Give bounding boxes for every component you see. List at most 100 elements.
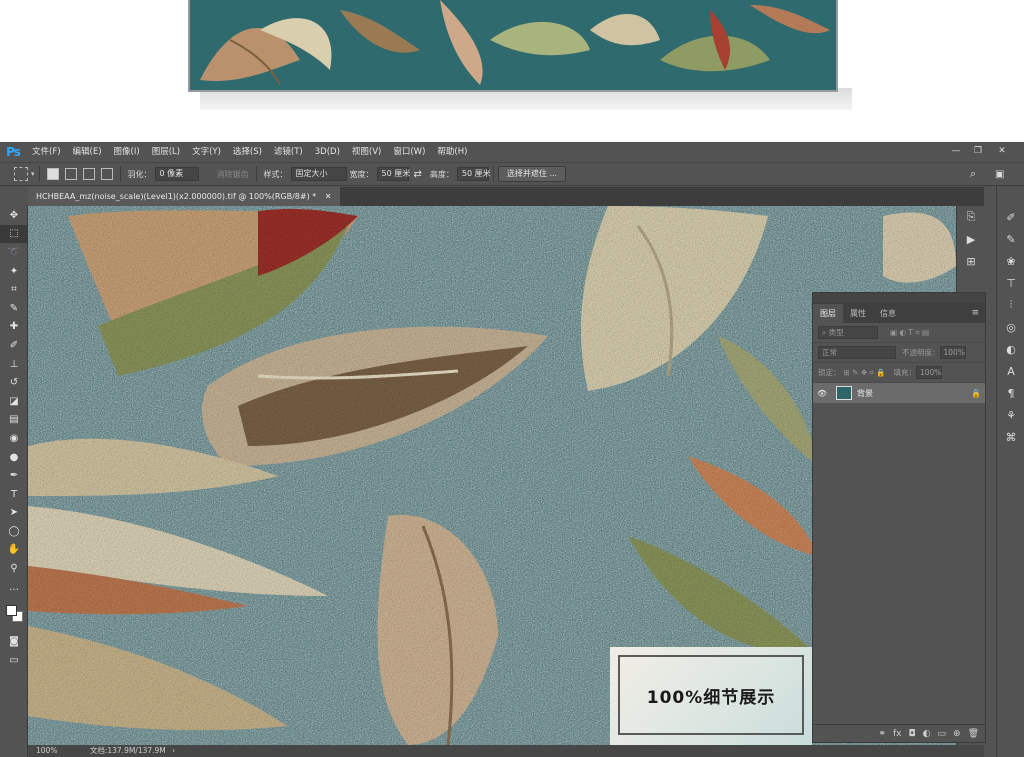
antialias-checkbox[interactable]: 消除锯齿 — [217, 169, 249, 180]
app-logo: Ps — [6, 145, 21, 159]
document-info[interactable]: 文档:137.9M/137.9M — [90, 746, 166, 755]
tab-close-icon[interactable]: ✕ — [325, 192, 332, 201]
menu-view[interactable]: 视图(V) — [346, 142, 387, 162]
visibility-eye-icon[interactable]: 👁 — [817, 389, 831, 398]
edit-toolbar-icon[interactable]: … — [0, 578, 28, 597]
detail-badge-frame: 100%细节展示 — [618, 655, 804, 735]
eyedropper-tool-icon[interactable]: ✎ — [0, 299, 28, 318]
width-input[interactable]: 50 厘米 — [376, 167, 410, 181]
channels-icon[interactable]: ◎ — [997, 316, 1024, 338]
tools-panel: ✥ ⬚ ➰ ✦ ⌗ ✎ ✚ ✐ ⊥ ↺ ◪ ▤ ◉ ● ✒ T ➤ ◯ ✋ ⚲ … — [0, 206, 28, 757]
document-tab-bar: HCHBEAA_mz(noise_scale)(Level1)(x2.00000… — [28, 187, 984, 206]
crop-tool-icon[interactable]: ⌗ — [0, 280, 28, 299]
grid-icon[interactable]: ⊞ — [957, 250, 985, 272]
menu-filter[interactable]: 滤镜(T) — [268, 142, 309, 162]
new-layer-icon[interactable]: ⊕ — [953, 729, 961, 739]
marquee-tool-icon[interactable] — [14, 167, 28, 181]
minimize-icon[interactable]: — — [946, 142, 966, 160]
blur-tool-icon[interactable]: ◉ — [0, 429, 28, 448]
feather-input[interactable]: 0 像素 — [154, 167, 199, 181]
layer-style-icon[interactable]: fx — [893, 729, 902, 739]
select-and-mask-button[interactable]: 选择并遮住 ... — [497, 166, 567, 182]
preview-image — [188, 0, 838, 92]
styles-icon[interactable]: ◐ — [997, 338, 1024, 360]
link-layers-icon[interactable]: ⚭ — [878, 729, 886, 739]
menu-image[interactable]: 图像(I) — [108, 142, 146, 162]
menu-layer[interactable]: 图层(L) — [146, 142, 186, 162]
filter-type-icons[interactable]: ▣ ◐ T ⌗ ▤ — [890, 328, 929, 338]
height-input[interactable]: 50 厘米 — [456, 167, 491, 181]
tool-preset-chevron-icon[interactable]: ▾ — [31, 170, 35, 178]
delete-layer-icon[interactable]: 🗑 — [968, 729, 979, 739]
menu-type[interactable]: 文字(Y) — [186, 142, 227, 162]
paragraph-icon[interactable]: ¶ — [997, 382, 1024, 404]
color-swatches-icon[interactable] — [0, 596, 28, 632]
status-chevron-icon[interactable]: › — [172, 746, 175, 755]
character-icon[interactable]: A — [997, 360, 1024, 382]
add-mask-icon[interactable]: ◘ — [909, 729, 916, 739]
menu-file[interactable]: 文件(F) — [26, 142, 67, 162]
workspace-icon[interactable]: ▣ — [995, 169, 1004, 180]
tab-layers[interactable]: 图层 — [813, 304, 843, 323]
layer-filter-search[interactable]: ⌕ 类型 — [818, 326, 878, 339]
cc-libraries-icon[interactable]: ⚘ — [997, 404, 1024, 426]
restore-icon[interactable]: ❐ — [968, 142, 988, 160]
magic-wand-tool-icon[interactable]: ✦ — [0, 262, 28, 281]
adjustments-icon[interactable]: ⊤ — [997, 272, 1024, 294]
paths-icon[interactable]: ⌘ — [997, 426, 1024, 448]
preview-carpet-art — [190, 0, 836, 90]
brush-preset-icon[interactable]: ✐ — [997, 206, 1024, 228]
menu-help[interactable]: 帮助(H) — [431, 142, 473, 162]
blend-mode-select[interactable]: 正常 — [818, 346, 896, 359]
type-tool-icon[interactable]: T — [0, 485, 28, 504]
tab-properties[interactable]: 属性 — [843, 304, 873, 323]
adjustment-layer-icon[interactable]: ◐ — [923, 729, 931, 739]
search-icon[interactable]: ⌕ — [970, 167, 976, 181]
layer-name[interactable]: 背景 — [857, 388, 873, 399]
menu-3d[interactable]: 3D(D) — [309, 142, 346, 162]
menu-window[interactable]: 窗口(W) — [387, 142, 431, 162]
hand-tool-icon[interactable]: ✋ — [0, 541, 28, 560]
lock-label: 锁定： — [818, 368, 841, 377]
subtract-selection-icon[interactable] — [82, 168, 95, 180]
move-tool-icon[interactable]: ✥ — [0, 206, 28, 225]
dodge-tool-icon[interactable]: ● — [0, 448, 28, 467]
gradient-tool-icon[interactable]: ▤ — [0, 411, 28, 430]
menu-select[interactable]: 选择(S) — [227, 142, 268, 162]
brush-tool-icon[interactable]: ✐ — [0, 336, 28, 355]
tab-info[interactable]: 信息 — [873, 304, 903, 323]
zoom-level[interactable]: 100% — [36, 746, 57, 755]
menu-edit[interactable]: 编辑(E) — [67, 142, 108, 162]
zoom-tool-icon[interactable]: ⚲ — [0, 559, 28, 578]
swap-icon[interactable]: ⇄ — [414, 169, 422, 180]
pen-tool-icon[interactable]: ✒ — [0, 466, 28, 485]
quick-mask-icon[interactable]: ◙ — [0, 632, 28, 651]
marquee-tool-icon[interactable]: ⬚ — [0, 224, 28, 244]
lasso-tool-icon[interactable]: ➰ — [0, 243, 28, 262]
screenshot-root: Ps 文件(F) 编辑(E) 图像(I) 图层(L) 文字(Y) 选择(S) 滤… — [0, 0, 1024, 757]
add-selection-icon[interactable] — [64, 168, 77, 180]
healing-brush-tool-icon[interactable]: ✚ — [0, 318, 28, 337]
opacity-input[interactable]: 100% — [939, 346, 966, 359]
path-selection-tool-icon[interactable]: ➤ — [0, 504, 28, 523]
layer-row-background[interactable]: 👁 背景 🔒 — [813, 383, 985, 403]
panel-menu-icon[interactable]: ≡ — [971, 308, 979, 318]
history-brush-tool-icon[interactable]: ↺ — [0, 373, 28, 392]
new-group-icon[interactable]: ▭ — [938, 729, 947, 739]
actions-play-icon[interactable]: ▶ — [957, 228, 985, 250]
eraser-tool-icon[interactable]: ◪ — [0, 392, 28, 411]
style-select[interactable]: 固定大小 — [290, 167, 347, 181]
history-icon[interactable]: ⎘ — [957, 206, 985, 228]
screen-mode-icon[interactable]: ▭ — [0, 651, 28, 670]
shape-tool-icon[interactable]: ◯ — [0, 522, 28, 541]
intersect-selection-icon[interactable] — [100, 168, 113, 180]
close-icon[interactable]: ✕ — [992, 142, 1012, 160]
document-tab[interactable]: HCHBEAA_mz(noise_scale)(Level1)(x2.00000… — [28, 187, 340, 206]
properties-icon[interactable]: ⫶ — [997, 294, 1024, 316]
swatches-icon[interactable]: ❀ — [997, 250, 1024, 272]
lock-icons[interactable]: ⊞ ✎ ✥ ⌗ 🔒 — [844, 368, 886, 378]
fill-input[interactable]: 100% — [915, 366, 942, 379]
new-selection-icon[interactable] — [46, 168, 59, 180]
brush-settings-icon[interactable]: ✎ — [997, 228, 1024, 250]
clone-stamp-tool-icon[interactable]: ⊥ — [0, 355, 28, 374]
